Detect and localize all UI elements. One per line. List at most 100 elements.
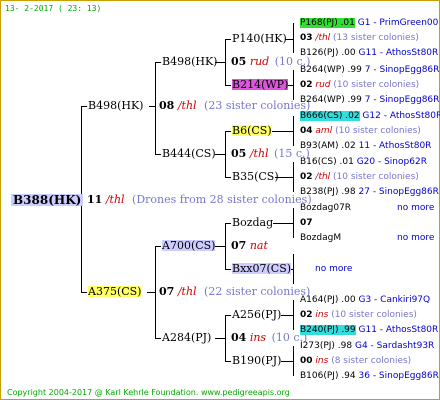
gen5-mid-8: 00 ins (8 sister colonies) bbox=[300, 357, 411, 366]
connector bbox=[155, 154, 161, 155]
gen4-queen-4[interactable]: B35(CS) bbox=[232, 171, 279, 182]
connector bbox=[293, 70, 294, 100]
gen4-queen-8[interactable]: B190(PJ) bbox=[232, 355, 281, 366]
gen5-line: 27 - SinopEgg86R bbox=[358, 187, 439, 197]
gen5-id: B93(AM) .02 bbox=[300, 141, 356, 151]
connector bbox=[155, 338, 161, 339]
gen5-id: BozdagM bbox=[300, 233, 342, 243]
gen5-id: B264(WP) .99 bbox=[300, 65, 362, 75]
gen5-bottom-1[interactable]: B126(PJ) .00 G11 - AthosSt80R bbox=[300, 49, 438, 58]
gen5-bottom-2[interactable]: B264(WP) .99 7 - SinopEgg86R bbox=[300, 96, 439, 105]
gen5-label: /thl bbox=[315, 172, 331, 182]
gen5-label: ins bbox=[315, 356, 329, 366]
copyright: Copyright 2004-2017 @ Karl Kehrle Founda… bbox=[7, 388, 290, 397]
connector bbox=[225, 131, 231, 132]
gen3-generation: 05 bbox=[231, 55, 247, 68]
gen3-queen-1[interactable]: B498(HK) bbox=[162, 56, 217, 67]
gen5-top-2[interactable]: B264(WP) .99 7 - SinopEgg86R bbox=[300, 66, 439, 75]
gen5-num: 07 bbox=[300, 218, 313, 228]
gen4-queen-5[interactable]: Bozdag bbox=[232, 217, 273, 228]
connector bbox=[225, 131, 226, 177]
gen4-queen-6[interactable]: Bxx07(CS) bbox=[232, 263, 292, 274]
gen5-line: 7 - SinopEgg86R bbox=[364, 65, 440, 75]
connector bbox=[155, 62, 156, 154]
connector bbox=[225, 223, 231, 224]
gen5-top-5-note: no more bbox=[397, 203, 435, 213]
gen2-info-1: 08 /thl (23 sister colonies) bbox=[159, 100, 310, 111]
gen3-info-3: 07 nat bbox=[231, 240, 268, 251]
gen5-id: B238(PJ) .98 bbox=[300, 187, 356, 197]
gen5-bottom-8[interactable]: B106(PJ) .94 36 - SinopEgg86R bbox=[300, 372, 439, 381]
connector bbox=[225, 315, 231, 316]
gen4-queen-3[interactable]: B6(CS) bbox=[232, 125, 272, 136]
connector bbox=[225, 177, 231, 178]
gen5-top-4[interactable]: B16(CS) .01 G20 - Sinop62R bbox=[300, 158, 427, 167]
gen5-top-1[interactable]: P168(PJ) .01 G1 - PrimGreen00 bbox=[300, 18, 438, 28]
gen5-line: G11 - AthosSt80R bbox=[358, 48, 439, 58]
gen3-queen-3[interactable]: A700(CS) bbox=[162, 240, 216, 251]
connector bbox=[225, 39, 226, 85]
gen5-mid-7: 02 ins (10 sister colonies) bbox=[300, 311, 417, 320]
gen3-info-1: 05 rud (10 c.) bbox=[231, 56, 310, 67]
gen5-bottom-4[interactable]: B238(PJ) .98 27 - SinopEgg86R bbox=[300, 188, 439, 197]
gen5-num: 02 bbox=[300, 172, 313, 182]
gen3-label: /thl bbox=[249, 147, 269, 160]
connector bbox=[81, 106, 87, 107]
gen5-mid-1: 03 /thl (13 sister colonies) bbox=[300, 34, 419, 43]
gen5-top-8[interactable]: I273(PJ) .98 G4 - Sardasht93R bbox=[300, 342, 434, 351]
gen5-top-7[interactable]: A164(PJ) .00 G3 - Cankiri97Q bbox=[300, 296, 430, 305]
gen5-description: (10 sister colonies) bbox=[331, 310, 417, 320]
gen5-top-5[interactable]: Bozdag07R bbox=[300, 204, 351, 213]
gen5-bottom-3[interactable]: B93(AM) .02 11 - AthosSt80R bbox=[300, 142, 431, 151]
gen5-id: B106(PJ) .94 bbox=[300, 371, 356, 381]
connector bbox=[273, 223, 293, 224]
gen4-queen-7[interactable]: A256(PJ) bbox=[232, 309, 281, 320]
connector bbox=[215, 154, 225, 155]
gen5-label: ins bbox=[315, 310, 329, 320]
gen5-label: /thl bbox=[315, 33, 331, 43]
gen5-label: aml bbox=[315, 126, 333, 136]
root-info: 11 /thl (Drones from 28 sister colonies) bbox=[87, 194, 312, 205]
gen5-description: (10 sister colonies) bbox=[333, 172, 419, 182]
gen5-id: I273(PJ) .98 bbox=[300, 341, 353, 351]
gen2-queen-1[interactable]: B498(HK) bbox=[88, 100, 143, 111]
connector bbox=[293, 208, 294, 238]
gen5-line: 11 - AthosSt80R bbox=[358, 141, 432, 151]
gen3-generation: 07 bbox=[231, 239, 247, 252]
gen5-id: P168(PJ) .01 bbox=[300, 18, 355, 28]
connector bbox=[155, 246, 156, 338]
pedigree-frame: 13- 2-2017 ( 23: 13) Copyright 2004-2017… bbox=[0, 0, 440, 400]
gen5-description: (10 sister colonies) bbox=[333, 80, 420, 90]
gen5-id: B126(PJ) .00 bbox=[300, 48, 356, 58]
gen5-num: 03 bbox=[300, 33, 313, 43]
gen2-description: (23 sister colonies) bbox=[204, 99, 311, 112]
gen5-top-3[interactable]: B666(CS) .02 G12 - AthosSt80R bbox=[300, 111, 440, 121]
gen3-queen-2[interactable]: B444(CS) bbox=[162, 148, 216, 159]
connector bbox=[293, 300, 294, 330]
gen3-label: nat bbox=[249, 239, 268, 252]
gen5-description: (8 sister colonies) bbox=[331, 356, 412, 366]
gen5-line: G4 - Sardasht93R bbox=[355, 341, 435, 351]
gen5-mid-5: 07 bbox=[300, 219, 313, 228]
gen2-queen-2[interactable]: A375(CS) bbox=[88, 286, 142, 297]
connector bbox=[215, 246, 225, 247]
gen5-line: G12 - AthosSt80R bbox=[362, 111, 440, 121]
connector bbox=[225, 39, 231, 40]
connector bbox=[225, 223, 226, 269]
gen5-mid-2: 02 rud (10 sister colonies) bbox=[300, 81, 419, 90]
gen5-id: B666(CS) .02 bbox=[300, 111, 360, 121]
gen5-bottom-5[interactable]: BozdagM bbox=[300, 234, 341, 243]
gen4-queen-2[interactable]: B214(WP) bbox=[232, 79, 289, 90]
gen3-info-4: 04 ins (10 c.) bbox=[231, 332, 307, 343]
connector bbox=[225, 269, 231, 270]
gen3-queen-4[interactable]: A284(PJ) bbox=[162, 332, 211, 343]
gen5-label: rud bbox=[315, 80, 331, 90]
gen2-info-2: 07 /thl (22 sister colonies) bbox=[159, 286, 310, 297]
gen5-mid-3: 04 aml (10 sister colonies) bbox=[300, 127, 421, 136]
gen4-queen-1[interactable]: P140(HK) bbox=[232, 33, 287, 44]
gen3-generation: 04 bbox=[231, 331, 247, 344]
gen5-num: 02 bbox=[300, 310, 313, 320]
gen5-bottom-7[interactable]: B240(PJ) .99 G11 - AthosSt80R bbox=[300, 325, 438, 335]
root-label: /thl bbox=[105, 193, 125, 206]
root-queen[interactable]: B388(HK) bbox=[11, 194, 84, 206]
